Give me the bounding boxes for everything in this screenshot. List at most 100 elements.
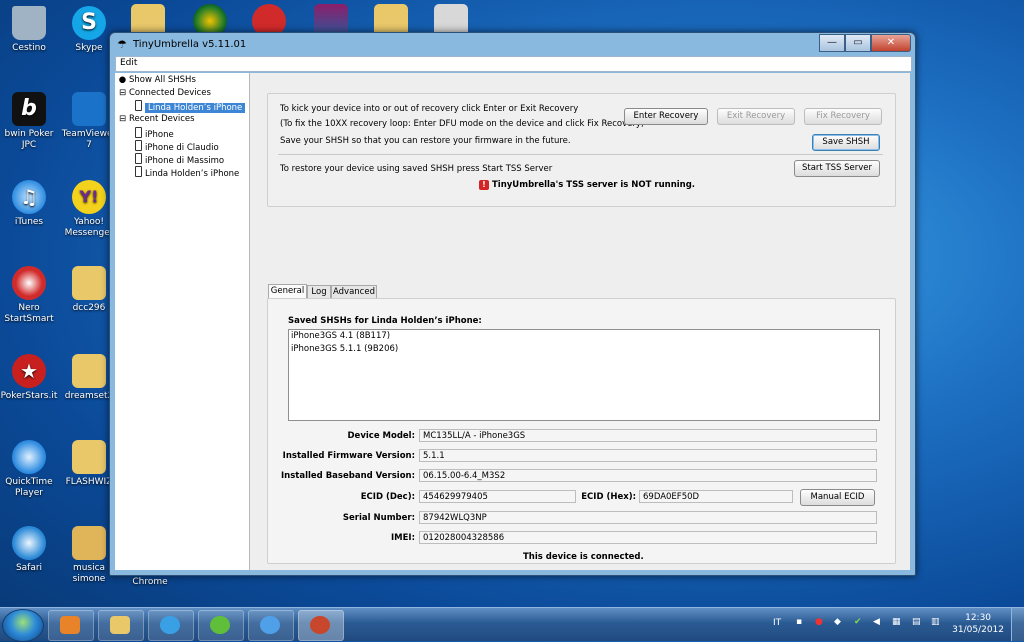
imei-label: IMEI: (391, 533, 415, 543)
tree-item-label: Recent Devices (129, 114, 195, 124)
desktop-icon-label: bwin Poker JPC (4, 129, 54, 150)
save-shsh-button[interactable]: Save SHSH (812, 134, 880, 151)
serial-number-field[interactable]: 87942WLQ3NP (419, 511, 877, 524)
imei-field[interactable]: 012028004328586 (419, 531, 877, 544)
tray-icon[interactable]: ✔ (854, 617, 862, 627)
tinyumbrella-window: ☂ TinyUmbrella v5.11.01 — ▭ ✕ Edit ● Show… (109, 32, 916, 576)
desktop-icon-chrome[interactable]: Chrome (119, 577, 181, 588)
window-controls: — ▭ ✕ (819, 34, 911, 52)
tree-item-label: Show All SHSHs (129, 75, 196, 85)
itunes-icon (260, 616, 280, 634)
taskbar-internet-explorer[interactable] (148, 610, 194, 641)
folder-icon (110, 616, 130, 634)
tree-item-recent-device[interactable]: iPhone di Claudio (135, 140, 219, 153)
folder-icon (72, 354, 106, 388)
desktop-icon-label: Safari (15, 563, 43, 573)
taskbar-tinyumbrella[interactable] (298, 610, 344, 641)
tray-icon[interactable]: ▥ (931, 617, 940, 627)
pokerstars-icon: ★ (12, 354, 46, 388)
device-model-label: Device Model: (347, 431, 416, 441)
baseband-version-label: Installed Baseband Version: (281, 471, 415, 481)
tss-status: ! TinyUmbrella's TSS server is NOT runnin… (479, 180, 695, 190)
saved-shsh-list[interactable]: iPhone3GS 4.1 (8B117) iPhone3GS 5.1.1 (9… (288, 329, 880, 421)
error-icon: ! (479, 180, 489, 190)
list-item[interactable]: iPhone3GS 5.1.1 (9B206) (289, 343, 879, 356)
desktop-icon-recycle-bin[interactable]: Cestino (0, 6, 60, 54)
baseband-version-field[interactable]: 06.15.00-6.4_M3S2 (419, 469, 877, 482)
collapse-icon: ⊟ (118, 114, 127, 124)
recycle-bin-icon (12, 6, 46, 40)
start-button[interactable] (2, 609, 44, 642)
taskbar-messenger[interactable] (198, 610, 244, 641)
tree-item-label: iPhone (145, 130, 174, 140)
itunes-icon: ♫ (12, 180, 46, 214)
show-desktop-button[interactable] (1011, 608, 1024, 641)
umbrella-icon (310, 616, 330, 634)
clock-date: 31/05/2012 (952, 625, 1004, 635)
minimize-button[interactable]: — (819, 34, 845, 52)
client-area: ● Show All SHSHs ⊟ Connected Devices Linda… (115, 73, 910, 570)
music-folder-icon (72, 526, 106, 560)
iphone-icon (135, 166, 142, 177)
ecid-dec-label: ECID (Dec): (360, 492, 415, 502)
close-button[interactable]: ✕ (871, 34, 911, 52)
tab-advanced[interactable]: Advanced (331, 285, 377, 299)
fix-recovery-button[interactable]: Fix Recovery (804, 108, 882, 125)
firmware-version-label: Installed Firmware Version: (282, 451, 415, 461)
ecid-dec-field[interactable]: 454629979405 (419, 490, 576, 503)
umbrella-icon: ☂ (117, 38, 127, 51)
clock[interactable]: 12:30 31/05/2012 (952, 612, 1004, 636)
device-model-field[interactable]: MC135LL/A - iPhone3GS (419, 429, 877, 442)
tab-log[interactable]: Log (307, 285, 331, 299)
manual-ecid-button[interactable]: Manual ECID (800, 489, 875, 506)
list-item[interactable]: iPhone3GS 4.1 (8B117) (289, 330, 879, 343)
exit-recovery-button[interactable]: Exit Recovery (717, 108, 795, 125)
title-bar[interactable]: ☂ TinyUmbrella v5.11.01 — ▭ ✕ (110, 33, 915, 55)
desktop-icon-label: Cestino (12, 43, 46, 53)
nero-icon (12, 266, 46, 300)
tss-instructions: To restore your device using saved SHSH … (280, 164, 553, 174)
skype-icon: S (72, 6, 106, 40)
taskbar-itunes[interactable] (248, 610, 294, 641)
tree-item-recent-device[interactable]: Linda Holden’s iPhone (135, 166, 239, 179)
tray-icon[interactable]: ◆ (834, 617, 841, 627)
desktop-icon-quicktime[interactable]: QuickTime Player (0, 440, 60, 499)
taskbar-explorer[interactable] (98, 610, 144, 641)
desktop-icon-bwin-poker[interactable]: b bwin Poker JPC (0, 92, 60, 151)
tree-node-recent-devices[interactable]: ⊟ Recent Devices (118, 114, 195, 126)
tree-item-show-all[interactable]: ● Show All SHSHs (118, 75, 196, 87)
desktop-icon-pokerstars[interactable]: ★ PokerStars.it (0, 354, 60, 402)
language-indicator[interactable]: IT (773, 618, 781, 628)
desktop-icon-label: Chrome (132, 577, 168, 587)
taskbar-media-player[interactable] (48, 610, 94, 641)
firmware-version-field[interactable]: 5.1.1 (419, 449, 877, 462)
iphone-icon (135, 100, 142, 111)
tree-item-recent-device[interactable]: iPhone di Massimo (135, 153, 224, 166)
recovery-instructions: To kick your device into or out of recov… (280, 104, 579, 114)
ecid-hex-field[interactable]: 69DA0EF50D (639, 490, 793, 503)
network-icon[interactable]: ▦ (892, 617, 901, 627)
bullet-icon: ● (118, 75, 127, 85)
safari-icon (12, 526, 46, 560)
tree-item-connected-device[interactable]: Linda Holden’s iPhone (135, 100, 246, 113)
recovery-loop-instructions: (To fix the 10XX recovery loop: Enter DF… (280, 119, 645, 129)
tray-icon[interactable]: ● (815, 617, 823, 627)
desktop-icon-label: PokerStars.it (0, 391, 58, 401)
desktop-icon-itunes[interactable]: ♫ iTunes (0, 180, 60, 228)
tab-general[interactable]: General (268, 284, 307, 299)
tray-icon[interactable]: ▤ (912, 617, 921, 627)
menu-edit[interactable]: Edit (120, 58, 137, 68)
bwin-icon: b (12, 92, 46, 126)
tree-node-connected-devices[interactable]: ⊟ Connected Devices (118, 88, 211, 100)
iphone-icon (135, 140, 142, 151)
enter-recovery-button[interactable]: Enter Recovery (624, 108, 708, 125)
iphone-icon (135, 127, 142, 138)
start-tss-server-button[interactable]: Start TSS Server (794, 160, 880, 177)
tray-icon[interactable]: ▪ (796, 617, 802, 627)
desktop-icon-nero[interactable]: Nero StartSmart (0, 266, 60, 325)
volume-icon[interactable]: ◀ (873, 617, 880, 627)
desktop-icon-safari[interactable]: Safari (0, 526, 60, 574)
tree-item-recent-device[interactable]: iPhone (135, 127, 174, 140)
maximize-button[interactable]: ▭ (845, 34, 871, 52)
desktop-icon-label: iTunes (14, 217, 44, 227)
